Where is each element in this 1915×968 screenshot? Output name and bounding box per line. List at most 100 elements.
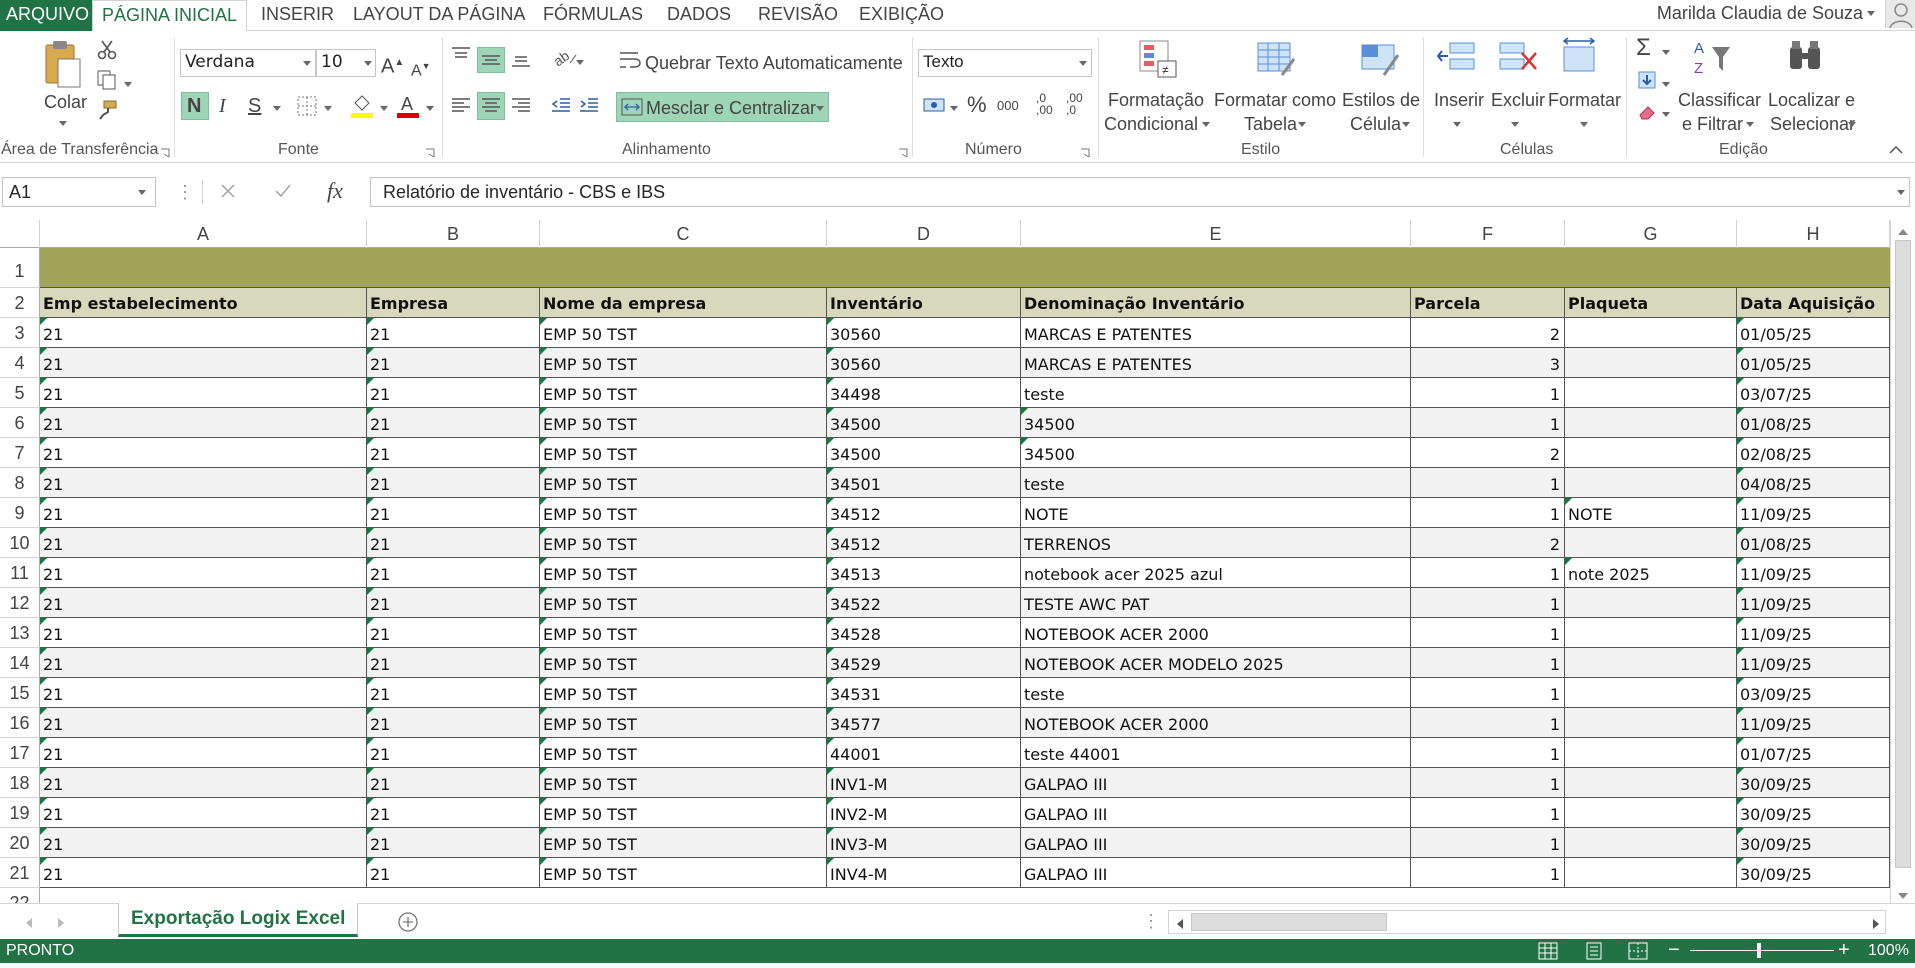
tab-data[interactable]: DADOS [658, 0, 740, 31]
format-as-table-icon[interactable] [1254, 37, 1298, 86]
table-cell[interactable]: 1 [1411, 408, 1565, 438]
row-header[interactable]: 1 [0, 248, 40, 288]
table-cell[interactable]: 34501 [827, 468, 1021, 498]
align-center-button[interactable] [477, 92, 505, 120]
font-size-chevron-down-icon[interactable] [364, 61, 372, 66]
table-cell[interactable]: teste 44001 [1021, 738, 1411, 768]
table-cell[interactable]: 34512 [827, 498, 1021, 528]
user-chevron-down-icon[interactable] [1867, 11, 1875, 16]
zoom-level[interactable]: 100% [1868, 939, 1909, 963]
table-cell[interactable]: 30560 [827, 318, 1021, 348]
table-cell[interactable]: MARCAS E PATENTES [1021, 318, 1411, 348]
table-cell[interactable]: TERRENOS [1021, 528, 1411, 558]
align-middle-button[interactable] [477, 47, 505, 73]
clear-icon[interactable] [1636, 101, 1658, 128]
table-cell[interactable]: EMP 50 TST [540, 648, 827, 678]
table-cell[interactable]: 34522 [827, 588, 1021, 618]
font-color-chevron-down-icon[interactable] [426, 106, 434, 111]
table-cell[interactable]: INV3-M [827, 828, 1021, 858]
fill-color-chevron-down-icon[interactable] [380, 106, 388, 111]
table-cell[interactable]: 1 [1411, 678, 1565, 708]
cell-styles-label-1[interactable]: Estilos de [1342, 89, 1420, 111]
table-cell[interactable]: 04/08/25 [1737, 468, 1890, 498]
table-cell[interactable]: EMP 50 TST [540, 408, 827, 438]
column-header[interactable]: D [827, 220, 1021, 248]
column-header[interactable]: B [367, 220, 540, 248]
borders-icon[interactable] [296, 95, 318, 122]
table-cell[interactable]: INV4-M [827, 858, 1021, 888]
underline-button[interactable]: S [248, 95, 261, 117]
table-header-cell[interactable]: Parcela [1411, 288, 1565, 318]
row-header[interactable]: 9 [0, 498, 40, 528]
table-cell[interactable]: EMP 50 TST [540, 828, 827, 858]
horizontal-scrollbar[interactable] [1168, 910, 1886, 934]
table-cell[interactable] [1565, 678, 1737, 708]
table-cell[interactable]: 01/05/25 [1737, 318, 1890, 348]
fill-color-icon[interactable] [350, 93, 374, 124]
table-cell[interactable]: 2 [1411, 318, 1565, 348]
table-cell[interactable]: EMP 50 TST [540, 348, 827, 378]
table-cell[interactable]: 21 [367, 738, 540, 768]
tab-home[interactable]: PÁGINA INICIAL [92, 0, 248, 32]
table-header-cell[interactable]: Denominação Inventário [1021, 288, 1411, 318]
table-header-cell[interactable]: Nome da empresa [540, 288, 827, 318]
table-cell[interactable]: 21 [40, 798, 367, 828]
table-cell[interactable]: EMP 50 TST [540, 318, 827, 348]
new-sheet-icon[interactable] [397, 911, 419, 938]
expand-formula-bar-icon[interactable] [1897, 190, 1905, 195]
table-cell[interactable]: TESTE AWC PAT [1021, 588, 1411, 618]
conditional-formatting-icon[interactable]: ≠ [1136, 37, 1180, 86]
scroll-left-icon[interactable] [1175, 917, 1185, 935]
table-cell[interactable]: GALPAO III [1021, 768, 1411, 798]
table-cell[interactable]: 1 [1411, 588, 1565, 618]
table-cell[interactable] [1565, 798, 1737, 828]
next-sheet-icon[interactable] [56, 916, 66, 934]
row-header[interactable]: 5 [0, 378, 40, 408]
sheet-tab-active[interactable]: Exportação Logix Excel [118, 903, 359, 937]
table-cell[interactable]: 30/09/25 [1737, 858, 1890, 888]
table-cell[interactable]: 21 [40, 828, 367, 858]
increase-indent-icon[interactable] [578, 95, 600, 122]
table-cell[interactable]: 11/09/25 [1737, 588, 1890, 618]
row-header[interactable]: 2 [0, 288, 40, 318]
table-cell[interactable]: 34529 [827, 648, 1021, 678]
wrap-text-button[interactable]: Quebrar Texto Automaticamente [645, 52, 903, 74]
row-header[interactable]: 13 [0, 618, 40, 648]
zoom-slider[interactable] [1690, 950, 1834, 951]
format-cells-chevron-down-icon[interactable] [1580, 122, 1588, 127]
table-cell[interactable]: 1 [1411, 858, 1565, 888]
row-header[interactable]: 3 [0, 318, 40, 348]
table-cell[interactable]: 01/07/25 [1737, 738, 1890, 768]
table-cell[interactable] [1565, 438, 1737, 468]
table-cell[interactable]: EMP 50 TST [540, 498, 827, 528]
table-cell[interactable]: 21 [40, 708, 367, 738]
format-cells-icon[interactable] [1558, 37, 1602, 86]
cut-icon[interactable] [96, 39, 118, 66]
table-cell[interactable]: 3 [1411, 348, 1565, 378]
table-cell[interactable]: 21 [40, 498, 367, 528]
sort-filter-label-1[interactable]: Classificar [1678, 89, 1761, 111]
table-cell[interactable] [1565, 468, 1737, 498]
table-cell[interactable] [1565, 858, 1737, 888]
table-cell[interactable]: 21 [367, 798, 540, 828]
table-cell[interactable]: 11/09/25 [1737, 618, 1890, 648]
table-cell[interactable]: EMP 50 TST [540, 558, 827, 588]
row-header[interactable]: 8 [0, 468, 40, 498]
sort-filter-chevron-down-icon[interactable] [1746, 122, 1754, 127]
table-cell[interactable]: EMP 50 TST [540, 768, 827, 798]
table-cell[interactable]: NOTE [1565, 498, 1737, 528]
table-cell[interactable]: EMP 50 TST [540, 738, 827, 768]
table-cell[interactable]: 1 [1411, 468, 1565, 498]
clear-chevron-down-icon[interactable] [1662, 112, 1670, 117]
table-cell[interactable]: EMP 50 TST [540, 858, 827, 888]
decrease-decimal-button[interactable]: ,00 ,0 [1066, 92, 1090, 116]
row-header[interactable]: 12 [0, 588, 40, 618]
avatar[interactable] [1885, 0, 1915, 29]
table-cell[interactable]: 21 [367, 648, 540, 678]
page-break-view-icon[interactable] [1628, 942, 1648, 968]
zoom-in-button[interactable]: + [1838, 939, 1850, 961]
prev-sheet-icon[interactable] [24, 916, 34, 934]
align-top-icon[interactable] [450, 45, 472, 72]
row-header[interactable]: 21 [0, 858, 40, 888]
copy-icon[interactable] [96, 69, 118, 96]
